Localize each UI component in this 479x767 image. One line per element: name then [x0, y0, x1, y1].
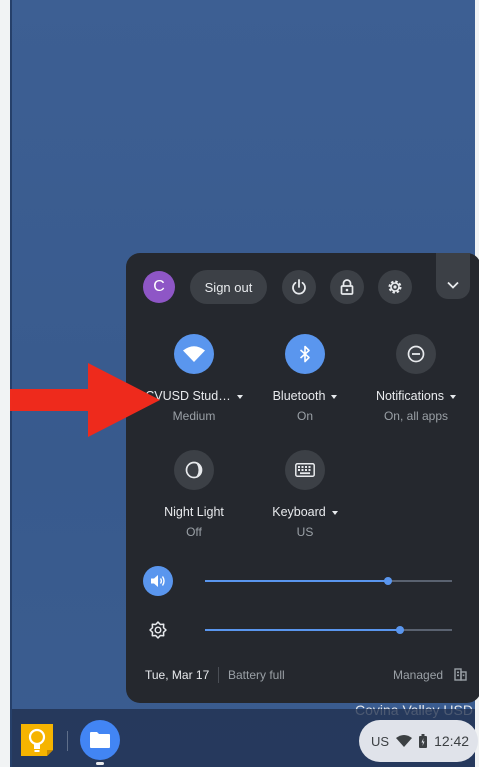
files-icon — [90, 732, 110, 748]
date-label[interactable]: Tue, Mar 17 — [145, 668, 209, 682]
volume-slider-fill — [205, 580, 388, 582]
wifi-status-icon — [396, 735, 413, 747]
night-light-status: Off — [186, 525, 202, 539]
wifi-icon — [183, 346, 205, 362]
caret-down-icon — [236, 394, 243, 399]
battery-status: Battery full — [228, 668, 285, 682]
network-toggle[interactable] — [174, 334, 214, 374]
status-area[interactable]: US 12:42 — [359, 720, 478, 762]
keyboard-icon — [295, 463, 315, 477]
caret-down-icon — [331, 394, 338, 399]
caret-down-icon — [450, 394, 457, 399]
managed-label[interactable]: Managed — [393, 668, 443, 682]
chevron-down-icon — [447, 281, 459, 289]
shelf-app-keep[interactable] — [19, 722, 55, 758]
notifications-label[interactable]: Notifications — [361, 389, 471, 403]
battery-icon — [419, 734, 428, 748]
lock-icon — [340, 279, 354, 295]
settings-button[interactable] — [378, 270, 412, 304]
clock: 12:42 — [434, 733, 470, 749]
window-frame-left — [0, 0, 10, 767]
caret-down-icon — [331, 510, 338, 515]
mute-button[interactable] — [143, 566, 173, 596]
brightness-slider[interactable] — [205, 626, 452, 634]
lock-button[interactable] — [330, 270, 364, 304]
sign-out-button[interactable]: Sign out — [190, 270, 267, 304]
brightness-button — [143, 615, 173, 645]
running-indicator — [96, 762, 104, 765]
notifications-toggle[interactable] — [396, 334, 436, 374]
bluetooth-status: On — [296, 409, 313, 423]
power-button[interactable] — [282, 270, 316, 304]
do-not-disturb-icon — [407, 345, 425, 363]
night-light-toggle[interactable] — [174, 450, 214, 490]
keyboard-status: US — [296, 525, 314, 539]
user-avatar[interactable]: C — [143, 271, 175, 303]
bluetooth-toggle[interactable] — [285, 334, 325, 374]
keyboard-toggle[interactable] — [285, 450, 325, 490]
footer-separator — [218, 667, 219, 683]
keep-icon — [21, 724, 53, 756]
night-light-icon — [185, 461, 203, 479]
volume-slider-thumb[interactable] — [383, 577, 392, 585]
collapse-button[interactable] — [436, 253, 470, 299]
brightness-icon — [149, 621, 167, 639]
volume-slider[interactable] — [205, 577, 452, 585]
bluetooth-icon — [299, 345, 310, 363]
shelf-separator — [67, 731, 68, 751]
input-method-label: US — [371, 733, 390, 749]
gear-icon — [388, 280, 402, 294]
managed-building-icon[interactable] — [454, 668, 467, 681]
brightness-slider-fill — [205, 629, 401, 631]
annotation-arrow — [10, 363, 160, 437]
shelf-app-files[interactable] — [80, 720, 120, 760]
notifications-status: On, all apps — [383, 409, 449, 423]
bluetooth-label[interactable]: Bluetooth — [255, 389, 355, 403]
volume-icon — [151, 575, 165, 587]
keyboard-label[interactable]: Keyboard — [255, 505, 355, 519]
power-icon — [292, 279, 306, 295]
night-light-label[interactable]: Night Light — [144, 505, 244, 519]
